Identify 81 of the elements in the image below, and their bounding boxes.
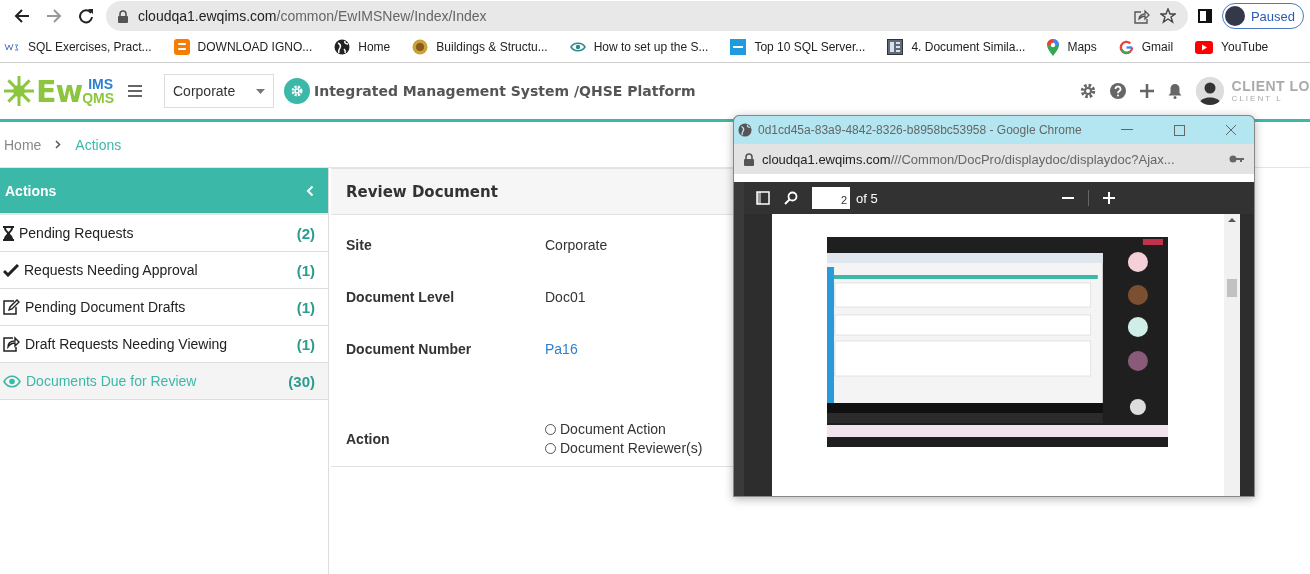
- settings-icon: [284, 78, 310, 104]
- item-count: (2): [296, 224, 315, 242]
- minimize-icon: [1121, 129, 1133, 131]
- chevron-right-icon: [55, 140, 62, 149]
- hourglass-icon: [3, 225, 14, 241]
- bookmark-link[interactable]: SQL Exercises, Pract...: [28, 40, 152, 54]
- field-value: Doc01: [545, 289, 587, 307]
- document-icon: [887, 39, 904, 55]
- lock-icon: [744, 152, 754, 166]
- sidebar-item-label: Pending Requests: [19, 225, 135, 241]
- bookmark-link[interactable]: Maps: [1067, 40, 1097, 54]
- field-value: Corporate: [545, 237, 609, 255]
- window-title: 0d1cd45a-83a9-4842-8326-b8958bc53958 - Google Chrome: [758, 123, 1083, 137]
- popup-address-bar[interactable]: cloudqa1.ewqims.com///Common/DocPro/displaydoc/displaydoc?Ajax...: [734, 144, 1254, 174]
- help-icon[interactable]: [1109, 83, 1126, 99]
- bookmark-link[interactable]: Buildings & Structu...: [436, 40, 548, 54]
- scroll-up-icon[interactable]: [1228, 217, 1236, 223]
- page-number-field[interactable]: 2: [812, 187, 850, 209]
- map-pin-icon: [1047, 38, 1060, 56]
- back-arrow-icon: [14, 8, 30, 24]
- edit-icon: [3, 299, 20, 315]
- sidebar-item-label: Pending Document Drafts: [25, 299, 187, 315]
- field-label: Document Number: [346, 341, 473, 359]
- scrollbar-thumb[interactable]: [1227, 279, 1237, 297]
- field-label: Action: [346, 430, 391, 447]
- sidebar-item-label: Draft Requests Needing Viewing: [25, 336, 229, 352]
- w3r-icon: [4, 42, 20, 52]
- item-count: (30): [288, 372, 315, 390]
- item-count: (1): [296, 335, 315, 353]
- g-logo-icon: [1118, 39, 1134, 55]
- add-icon[interactable]: [1139, 84, 1154, 98]
- forward-arrow-icon: [46, 8, 62, 24]
- key-icon[interactable]: [1229, 155, 1244, 163]
- reload-icon: [78, 8, 94, 24]
- client-logo-subtext: CLIENT L: [1231, 94, 1284, 103]
- item-count: (1): [296, 261, 315, 279]
- close-icon: [1225, 124, 1237, 136]
- address-bar[interactable]: cloudqa1.ewqims.com/common/EwIMSNew/Index/Index: [106, 1, 1188, 31]
- menu-icon[interactable]: [128, 85, 142, 97]
- bell-icon[interactable]: [1167, 83, 1182, 99]
- bookmark-link[interactable]: Gmail: [1141, 40, 1174, 54]
- play-icon: [1195, 40, 1214, 54]
- search-icon[interactable]: [784, 191, 798, 205]
- lock-icon: [118, 9, 128, 23]
- check-icon: [3, 263, 19, 277]
- star-icon[interactable]: [1159, 8, 1176, 24]
- breadcrumb-link[interactable]: Home: [4, 136, 42, 153]
- bookmark-link[interactable]: 4. Document Simila...: [911, 40, 1026, 54]
- eye-icon: [3, 374, 21, 388]
- globe-icon: [738, 123, 752, 137]
- bookmark-link[interactable]: Top 10 SQL Server...: [754, 40, 866, 54]
- sidebar-toggle-icon[interactable]: [756, 191, 770, 205]
- globe-icon: [334, 39, 351, 55]
- radio-label[interactable]: Document Reviewer(s): [560, 440, 703, 456]
- radio-label[interactable]: Document Action: [560, 421, 666, 437]
- caret-icon: [256, 88, 265, 94]
- blogger-icon: [173, 39, 190, 55]
- maximize-icon: [1173, 124, 1185, 136]
- bookmark-link[interactable]: How to set up the S...: [593, 40, 709, 54]
- zoom-in-icon[interactable]: [1102, 192, 1115, 204]
- bookmark-link[interactable]: YouTube: [1221, 40, 1269, 54]
- site-dropdown[interactable]: Corporate: [164, 74, 274, 108]
- app-title: Integrated Management System /QHSE Platform: [314, 83, 697, 99]
- side-panel-icon[interactable]: [1197, 9, 1212, 23]
- sidebar-item-label: Documents Due for Review: [26, 373, 198, 389]
- bookmark-link[interactable]: Home: [358, 40, 391, 54]
- settings-icon[interactable]: [1079, 83, 1096, 99]
- field-label: Document Level: [346, 289, 456, 307]
- sidebar-item-label: Requests Needing Approval: [24, 262, 199, 278]
- share-icon[interactable]: [1133, 8, 1150, 24]
- bookmark-link[interactable]: DOWNLOAD IGNO...: [197, 40, 313, 54]
- eye-icon: [569, 41, 586, 53]
- client-logo-text: CLIENT LO: [1231, 79, 1310, 94]
- share-icon: [3, 336, 20, 352]
- item-count: (1): [296, 298, 315, 316]
- itpro-icon: [730, 39, 747, 55]
- page-total: of 5: [856, 190, 878, 206]
- field-label: Site: [346, 237, 373, 255]
- sidebar-title: Actions: [5, 182, 57, 199]
- scrollbar[interactable]: [1224, 214, 1240, 496]
- emblem-icon: [412, 39, 429, 55]
